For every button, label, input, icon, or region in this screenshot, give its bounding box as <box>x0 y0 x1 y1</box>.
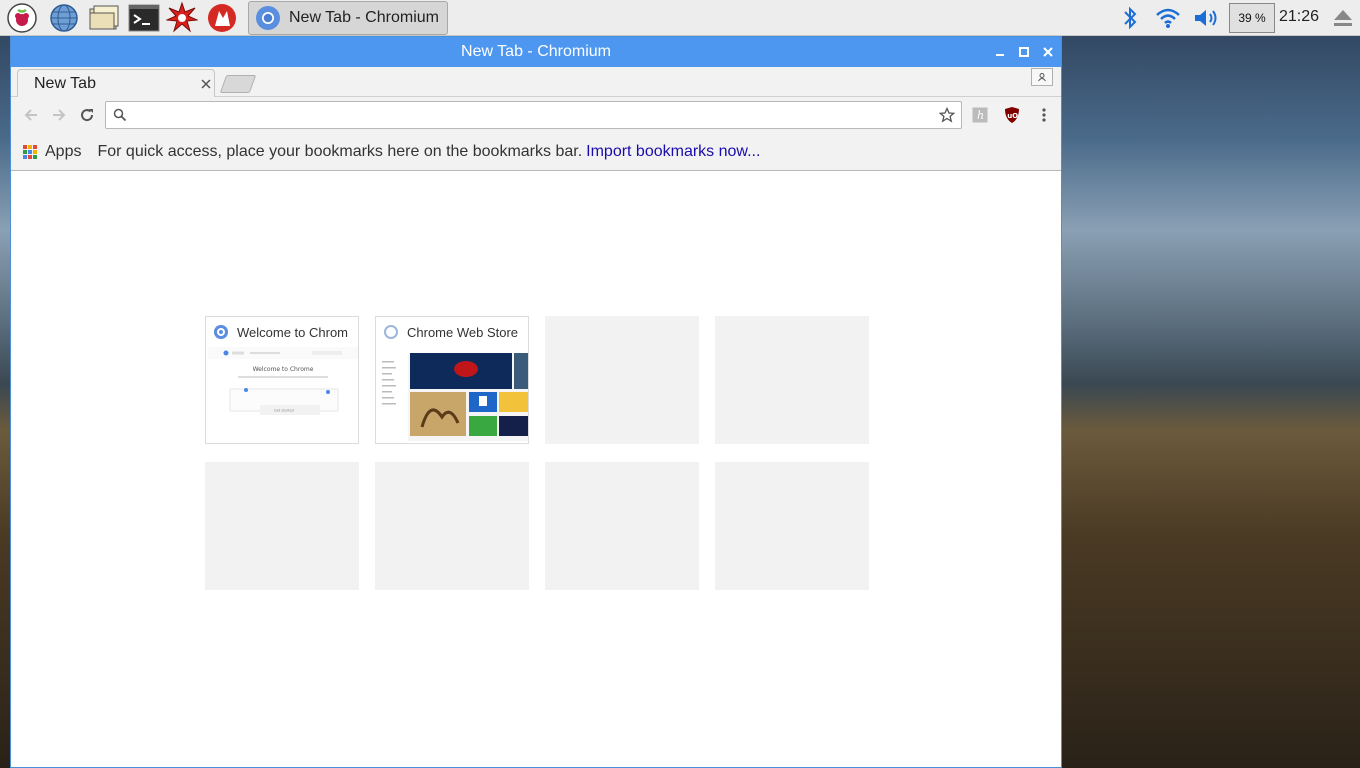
tab-new-tab[interactable]: New Tab <box>17 69 215 97</box>
window-title: New Tab - Chromium <box>461 43 611 60</box>
tile-title: Chrome Web Store <box>407 324 519 340</box>
cpu-monitor[interactable]: 39 % <box>1229 3 1275 33</box>
empty-tile <box>545 462 699 590</box>
forward-icon[interactable] <box>49 105 69 125</box>
most-visited-tile[interactable]: Welcome to Chrom Welcome to Chrome Get s… <box>205 316 359 444</box>
omnibox[interactable] <box>105 101 962 129</box>
reload-icon[interactable] <box>77 105 97 125</box>
thumb-heading: Welcome to Chrome <box>253 366 314 373</box>
terminal-icon[interactable] <box>128 2 160 34</box>
bookmarks-hint: For quick access, place your bookmarks h… <box>97 142 583 160</box>
taskbar: New Tab - Chromium 39 % 21:26 <box>0 0 1360 36</box>
thumb-button: Get started <box>274 409 294 413</box>
new-tab-button[interactable] <box>219 75 257 93</box>
chromium-favicon <box>214 325 228 339</box>
clock[interactable]: 21:26 <box>1279 8 1319 26</box>
math-kernel-icon[interactable] <box>166 2 198 34</box>
new-tab-page: Welcome to Chrom Welcome to Chrome Get s… <box>11 171 1061 767</box>
apps-shortcut[interactable]: Apps <box>45 143 81 161</box>
menu-kebab-icon[interactable] <box>1035 106 1053 124</box>
wifi-icon[interactable] <box>1154 0 1182 36</box>
bookmarks-bar: Apps For quick access, place your bookma… <box>11 133 1061 171</box>
bluetooth-icon[interactable] <box>1118 0 1142 36</box>
minimize-icon[interactable] <box>991 43 1009 61</box>
web-store-thumbnail <box>378 347 528 441</box>
import-bookmarks-link[interactable]: Import bookmarks now... <box>586 143 760 161</box>
search-icon <box>113 108 127 127</box>
welcome-thumbnail: Welcome to Chrome Get started <box>208 347 358 441</box>
eject-icon[interactable] <box>1330 0 1356 36</box>
empty-tile <box>715 462 869 590</box>
svg-text:h: h <box>977 109 984 122</box>
web-store-favicon <box>384 325 398 339</box>
extension-h-icon[interactable]: h <box>971 106 989 124</box>
chromium-icon <box>256 6 280 30</box>
volume-icon[interactable] <box>1192 0 1222 36</box>
tab-strip: New Tab <box>11 67 1061 97</box>
apps-grid-icon[interactable] <box>23 144 37 159</box>
empty-tile <box>375 462 529 590</box>
web-browser-icon[interactable] <box>48 2 80 34</box>
empty-tile <box>205 462 359 590</box>
most-visited-tile[interactable]: Chrome Web Store <box>375 316 529 444</box>
window-titlebar[interactable]: New Tab - Chromium <box>11 37 1061 67</box>
tile-title: Welcome to Chrom <box>237 324 349 340</box>
empty-tile <box>545 316 699 444</box>
omnibox-input[interactable] <box>134 106 934 124</box>
raspberry-menu-icon[interactable] <box>6 2 38 34</box>
back-icon[interactable] <box>21 105 41 125</box>
task-chromium[interactable]: New Tab - Chromium <box>248 1 448 35</box>
profile-icon[interactable] <box>1031 68 1053 86</box>
svg-text:uO: uO <box>1007 112 1018 120</box>
maximize-icon[interactable] <box>1015 43 1033 61</box>
tab-label: New Tab <box>34 74 96 92</box>
close-window-icon[interactable] <box>1039 43 1057 61</box>
ublock-icon[interactable]: uO <box>1003 106 1021 124</box>
toolbar: h uO <box>11 97 1061 133</box>
file-manager-icon[interactable] <box>88 2 120 34</box>
task-title: New Tab - Chromium <box>289 9 439 26</box>
browser-window: New Tab - Chromium New Tab h uO Apps For… <box>10 36 1062 768</box>
close-tab-icon[interactable] <box>198 76 214 92</box>
bookmark-star-icon[interactable] <box>938 106 956 128</box>
wolfram-icon[interactable] <box>206 2 238 34</box>
empty-tile <box>715 316 869 444</box>
